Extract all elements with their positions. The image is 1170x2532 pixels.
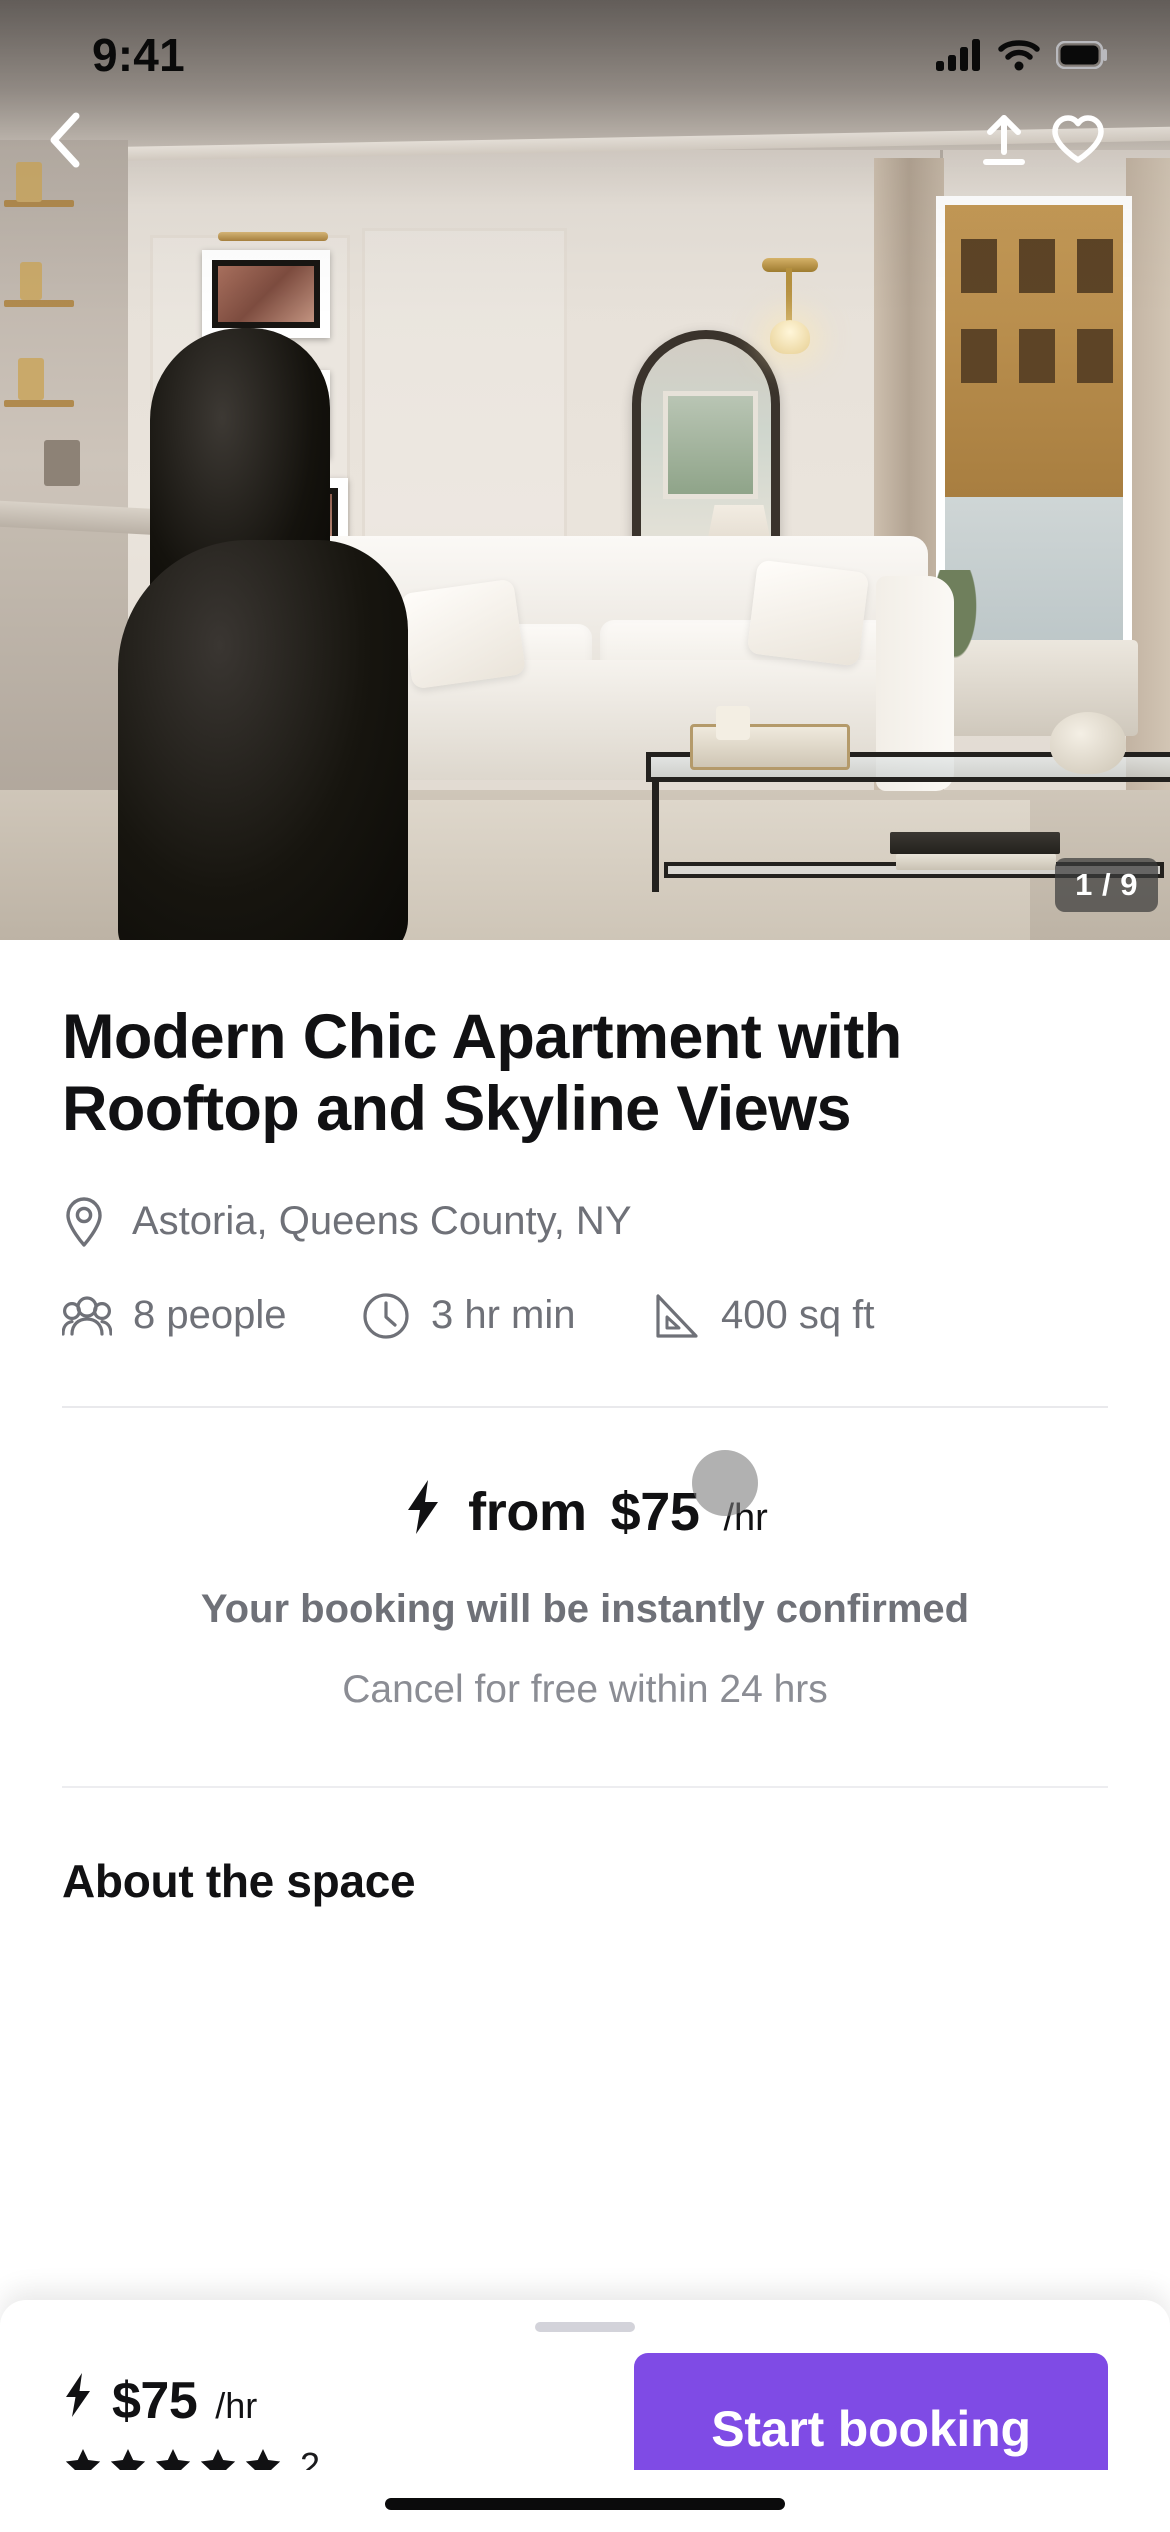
price-from-label: from (468, 1481, 587, 1542)
section-divider (62, 1785, 1108, 1788)
listing-facts: 8 people 3 hr min 400 sq ft (62, 1292, 1108, 1340)
fact-area-label: 400 sq ft (721, 1293, 875, 1338)
touch-cursor-indicator (692, 1449, 758, 1516)
fact-capacity: 8 people (62, 1293, 362, 1338)
home-indicator[interactable] (385, 2498, 785, 2510)
sheet-drag-handle[interactable] (535, 2322, 635, 2332)
bottom-price-amount: $75 (112, 2372, 198, 2430)
price-summary: from $75 /hr (62, 1449, 1108, 1543)
fact-capacity-label: 8 people (133, 1293, 287, 1338)
listing-detail-sheet: Modern Chic Apartment with Rooftop and S… (0, 940, 1170, 2310)
status-bar: 9:41 (0, 0, 1170, 110)
fact-duration-label: 3 hr min (431, 1293, 576, 1338)
wifi-icon (998, 40, 1040, 71)
favorite-button[interactable] (1042, 104, 1114, 176)
share-upload-icon (983, 115, 1025, 165)
cancellation-note: Cancel for free within 24 hrs (342, 1667, 828, 1711)
listing-location: Astoria, Queens County, NY (62, 1196, 1108, 1248)
price-amount: $75 (610, 1481, 700, 1542)
back-button[interactable] (28, 104, 100, 176)
status-bar-time: 9:41 (92, 29, 185, 81)
fact-area: 400 sq ft (652, 1292, 874, 1340)
lightning-bolt-icon (408, 1479, 439, 1534)
lightning-bolt-icon (66, 2373, 90, 2417)
instant-confirm-note: Your booking will be instantly confirmed (200, 1586, 970, 1631)
location-pin-icon (66, 1196, 102, 1247)
chevron-left-icon (50, 112, 80, 168)
page-title: Modern Chic Apartment with Rooftop and S… (62, 1002, 902, 1144)
location-text: Astoria, Queens County, NY (132, 1199, 632, 1244)
people-icon (62, 1296, 112, 1336)
share-button[interactable] (968, 104, 1040, 176)
cellular-signal-icon (936, 39, 980, 71)
ruler-triangle-icon (656, 1294, 698, 1338)
about-section-heading: About the space (62, 1854, 416, 1907)
status-bar-indicators (936, 39, 1108, 71)
battery-icon (1056, 41, 1107, 69)
section-divider (62, 1405, 1108, 1408)
photo-counter-badge: 1 / 9 (1055, 858, 1158, 912)
bottom-price-unit: /hr (215, 2385, 258, 2426)
heart-outline-icon (1052, 115, 1104, 163)
clock-icon (363, 1293, 409, 1339)
fact-minimum-duration: 3 hr min (362, 1292, 652, 1340)
